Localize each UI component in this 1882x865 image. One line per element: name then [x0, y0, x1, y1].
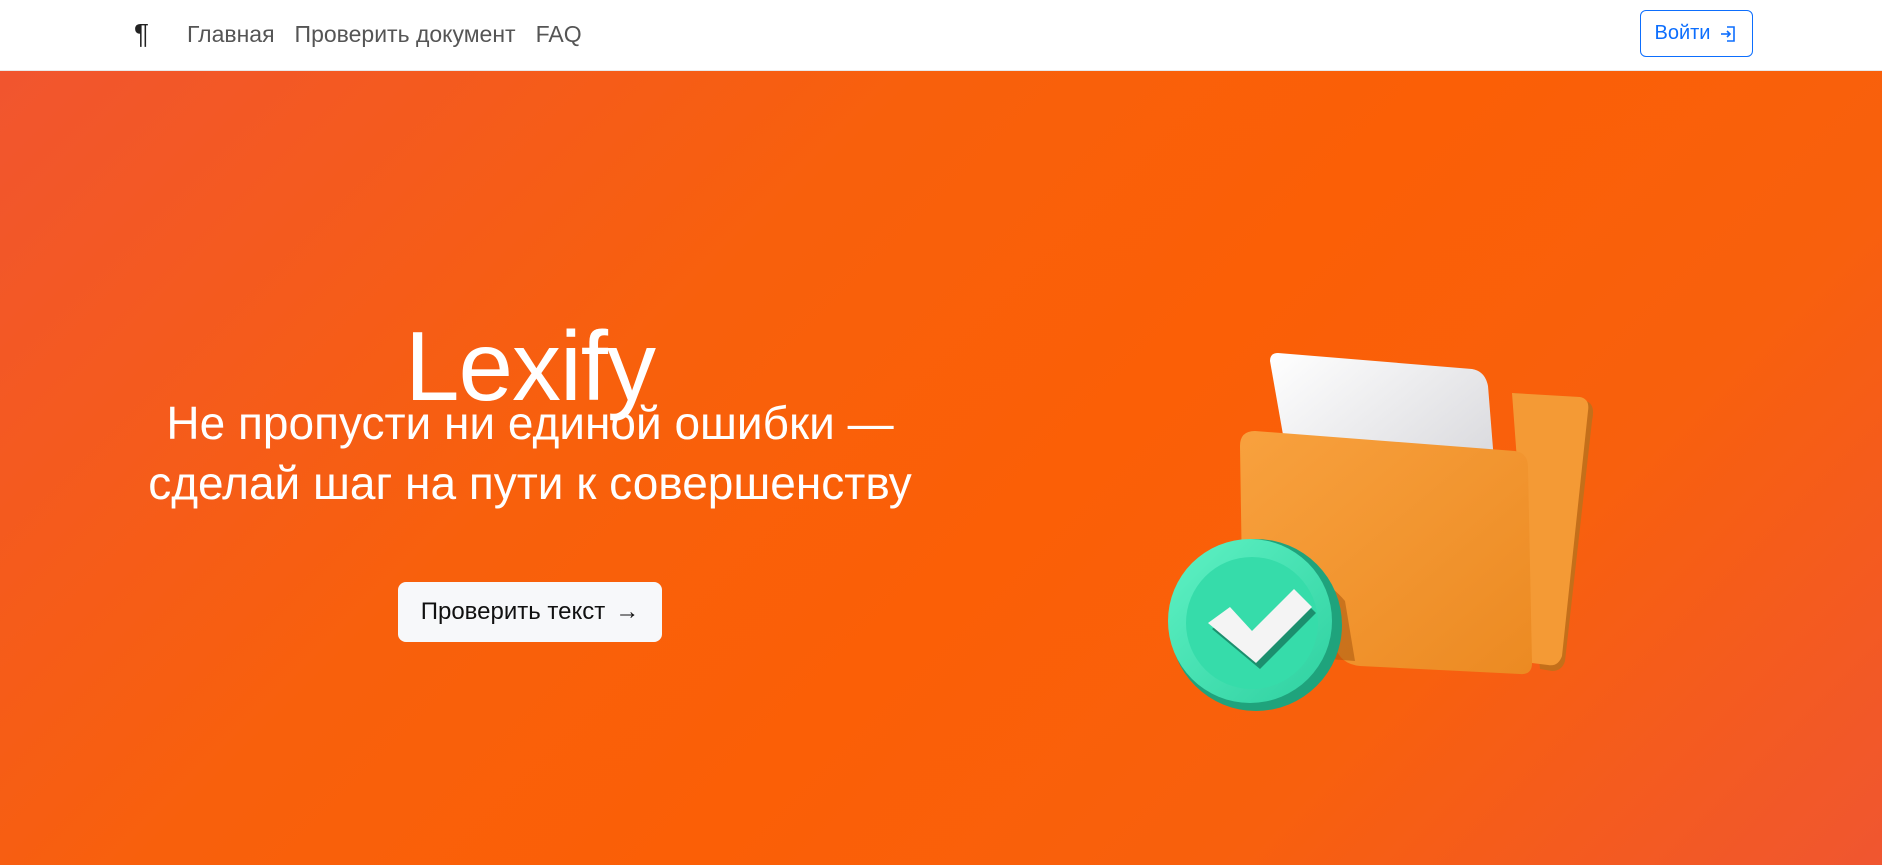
hero-subtitle-line-2: сделай шаг на пути к совершенству	[148, 457, 912, 509]
login-icon	[1721, 25, 1736, 42]
check-text-button[interactable]: Проверить текст →	[398, 582, 662, 642]
folder-check-illustration	[1168, 353, 1594, 711]
nav-link-home[interactable]: Главная	[187, 18, 275, 50]
login-button[interactable]: Войти	[1640, 10, 1753, 57]
top-navbar: ¶ Главная Проверить документ FAQ Войти	[0, 0, 1882, 71]
brand-logo[interactable]: ¶	[134, 16, 149, 52]
main-nav: Главная Проверить документ FAQ	[187, 18, 582, 50]
login-button-label: Войти	[1654, 22, 1711, 44]
nav-link-faq[interactable]: FAQ	[536, 18, 582, 50]
nav-link-check-document[interactable]: Проверить документ	[295, 18, 516, 50]
hero-section: Lexify Не пропусти ни единой ошибки — сд…	[0, 71, 1882, 865]
check-text-button-label: Проверить текст	[420, 598, 606, 625]
hero-subtitle-line-1: Не пропусти ни единой ошибки —	[166, 397, 894, 449]
hero-subtitle: Не пропусти ни единой ошибки — сделай ша…	[130, 393, 930, 513]
arrow-right-icon: →	[615, 598, 640, 625]
